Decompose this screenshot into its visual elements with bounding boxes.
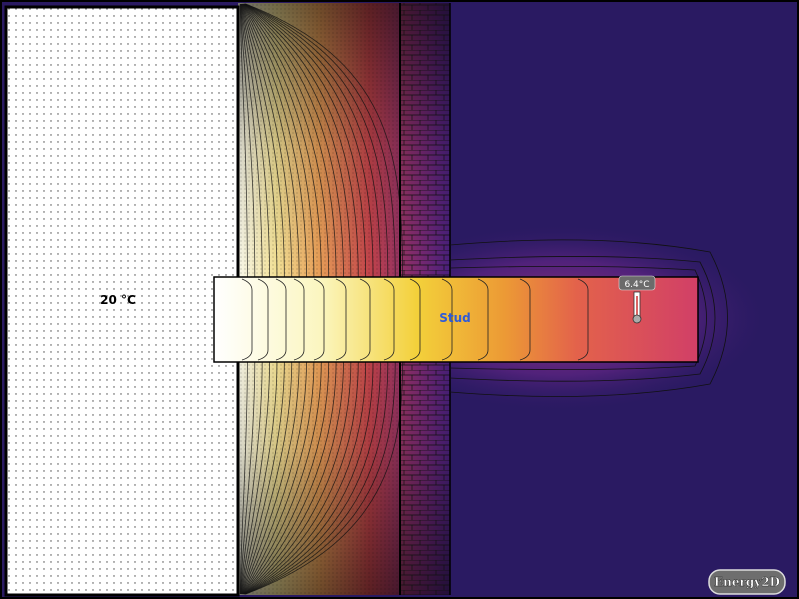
thermometer-reading: 6.4°C (624, 280, 649, 290)
energy2d-logo: Energy2D (708, 569, 786, 595)
simulation-canvas[interactable]: 20 °C Stud 6.4°C Energy2D (0, 0, 799, 599)
heater-temperature-label: 20 °C (100, 293, 136, 307)
stud-label: Stud (439, 311, 471, 325)
svg-text:Energy2D: Energy2D (714, 575, 780, 589)
